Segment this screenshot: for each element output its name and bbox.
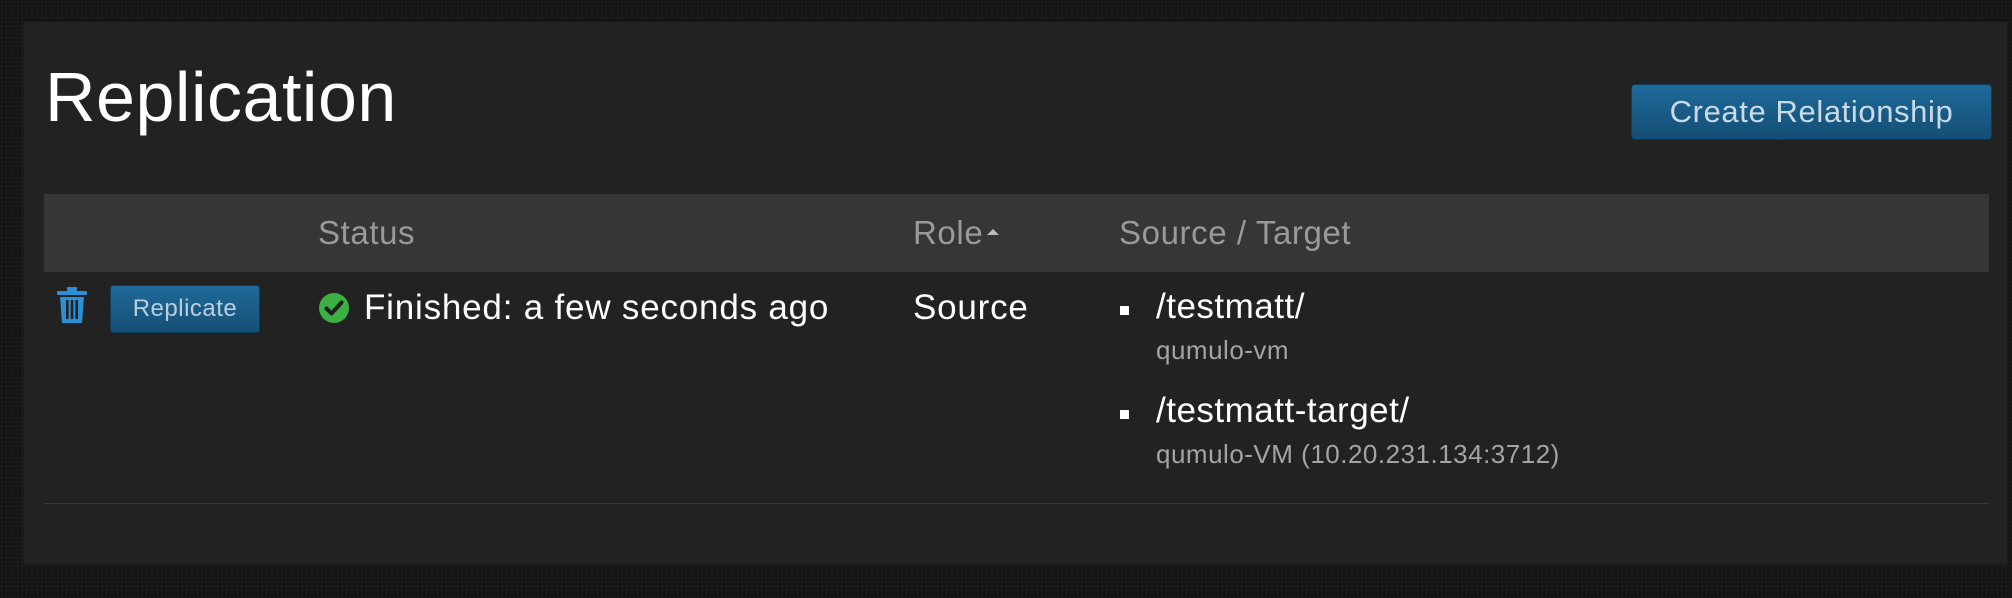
bullet-icon	[1120, 410, 1129, 419]
page-title: Replication	[45, 58, 397, 136]
column-header-label: Status	[318, 214, 416, 251]
role-cell: Source	[913, 288, 1029, 327]
source-host: qumulo-vm	[1156, 335, 1290, 365]
target-host: qumulo-VM (10.20.231.134:3712)	[1156, 439, 1560, 469]
target-path: /testmatt-target/	[1156, 391, 1410, 430]
table-header: Status Role Source / Target	[44, 194, 1989, 272]
column-header-label: Role	[913, 214, 984, 251]
column-header-role[interactable]: Role	[913, 194, 1000, 272]
sort-ascending-icon	[987, 229, 1000, 236]
table-row: Replicate Finished: a few seconds ago So…	[44, 272, 1989, 504]
source-path: /testmatt/	[1156, 287, 1305, 326]
column-header-status[interactable]: Status	[318, 194, 415, 272]
target-item: /testmatt-target/ qumulo-VM (10.20.231.1…	[1120, 388, 1560, 474]
check-circle-icon	[319, 293, 349, 323]
create-relationship-button[interactable]: Create Relationship	[1631, 84, 1992, 140]
trash-icon[interactable]	[56, 286, 88, 324]
source-target-list: /testmatt/ qumulo-vm /testmatt-target/ q…	[1120, 284, 1560, 492]
column-header-source-target[interactable]: Source / Target	[1119, 194, 1351, 272]
status-cell: Finished: a few seconds ago	[318, 286, 829, 330]
status-text: Finished: a few seconds ago	[364, 288, 830, 327]
column-header-label: Source / Target	[1119, 214, 1352, 251]
replication-panel: Replication Create Relationship Status R…	[24, 22, 2007, 564]
replicate-button[interactable]: Replicate	[110, 285, 260, 333]
bullet-icon	[1120, 306, 1129, 315]
source-item: /testmatt/ qumulo-vm	[1120, 284, 1560, 370]
replication-table: Status Role Source / Target Replicate Fi…	[44, 194, 1989, 504]
